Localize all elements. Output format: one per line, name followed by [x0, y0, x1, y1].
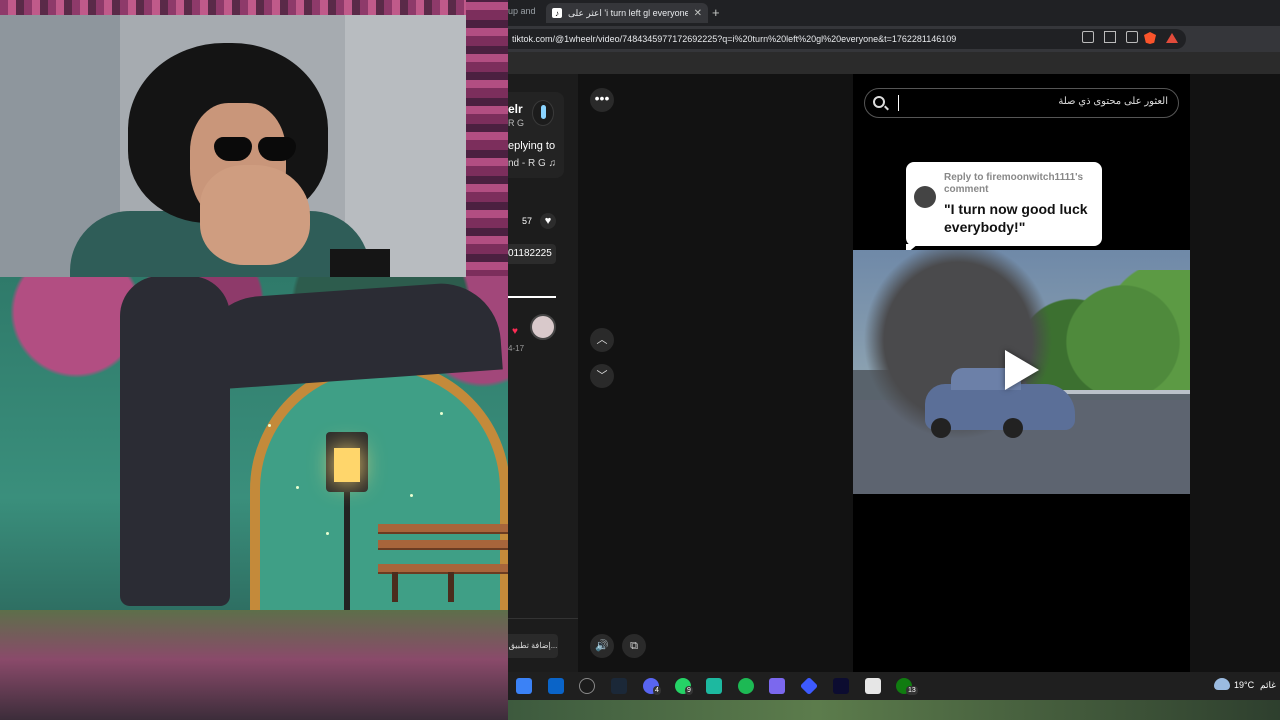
notes-icon[interactable]: [865, 678, 881, 694]
tree-trunk: [120, 276, 230, 606]
tiktok-page: elr R G eplying to nd - R G ♫ 57 ♥ 01182…: [508, 52, 1280, 672]
browser-tabstrip: up and ♪ اعثر على 'i turn left gl everyo…: [508, 0, 1280, 26]
like-count: 57: [522, 216, 533, 226]
next-video-button[interactable]: ﹀: [590, 364, 614, 388]
sunglasses: [214, 137, 300, 163]
bench-plank: [378, 540, 508, 550]
lens: [214, 137, 252, 161]
url-actions: [1082, 31, 1138, 43]
comment-heart-icon[interactable]: ♥: [512, 326, 518, 337]
address-bar: tiktok.com/@1wheelr/video/74843459771726…: [508, 26, 1280, 52]
steam-icon[interactable]: [611, 678, 627, 694]
video-player[interactable]: العثور على محتوى ذي صلة Reply to firemoo…: [853, 74, 1190, 672]
video-info-panel: elr R G eplying to nd - R G ♫ 57 ♥ 01182…: [508, 74, 578, 672]
more-options-button[interactable]: •••: [590, 88, 614, 112]
lens: [258, 137, 296, 161]
reply-quote: "I turn now good luck everybody!": [944, 201, 1088, 235]
browser-icon[interactable]: [579, 678, 595, 694]
webcam-hand: [200, 165, 310, 265]
screen: up and ♪ اعثر على 'i turn left gl everyo…: [0, 0, 1280, 720]
author-name[interactable]: elr: [508, 102, 523, 116]
game-icon[interactable]: [769, 678, 785, 694]
outlook-icon[interactable]: [548, 678, 564, 694]
comment-avatar[interactable]: [530, 314, 556, 340]
reader-icon[interactable]: [1104, 31, 1116, 43]
firefly: [326, 532, 329, 535]
page-header: [508, 52, 1280, 74]
comment-date: 4-17: [508, 344, 525, 353]
bench: [378, 524, 508, 602]
mute-icon[interactable]: [1082, 31, 1094, 43]
webcam-feed: [0, 15, 466, 277]
close-icon[interactable]: ✕: [694, 8, 702, 19]
author-avatar[interactable]: [532, 100, 554, 126]
webcam-chair: [330, 249, 390, 277]
wallpaper-strip: [508, 700, 1280, 720]
discord-badge: 4: [653, 686, 661, 695]
app-icon[interactable]: [706, 678, 722, 694]
tab-indicator: [508, 296, 556, 298]
firefly: [296, 486, 299, 489]
start-icon[interactable]: [516, 678, 532, 694]
music-label[interactable]: nd - R G ♫: [508, 158, 556, 169]
search-placeholder: العثور على محتوى ذي صلة: [1058, 96, 1168, 107]
video-code[interactable]: 01182225: [508, 244, 556, 264]
new-tab-button[interactable]: +: [712, 5, 720, 20]
firefly: [440, 412, 443, 415]
share-icon[interactable]: [1126, 31, 1138, 43]
text-caret: [898, 95, 899, 111]
volume-button[interactable]: 🔊: [590, 634, 614, 658]
terminal-icon[interactable]: [833, 678, 849, 694]
heart-icon[interactable]: ♥: [540, 213, 556, 229]
video-frame[interactable]: [853, 250, 1190, 494]
bench-leg: [448, 572, 454, 602]
car-wheel: [931, 418, 951, 438]
firefly: [268, 424, 271, 427]
reply-to-label: Reply to firemoonwitch1111's comment: [944, 172, 1084, 195]
tiktok-icon: ♪: [552, 8, 562, 18]
firefly: [410, 494, 413, 497]
add-app-button[interactable]: إضافة تطبيق...: [508, 634, 558, 658]
weather-temp[interactable]: 19°C: [1234, 680, 1254, 690]
whatsapp-badge: 9: [685, 686, 693, 695]
search-icon[interactable]: [873, 96, 885, 108]
pip-button[interactable]: ⧉: [622, 634, 646, 658]
divider: [508, 618, 578, 619]
description-text: eplying to: [508, 140, 556, 152]
spotify-icon[interactable]: [738, 678, 754, 694]
brave-rewards-icon[interactable]: [1166, 33, 1178, 43]
tab-title: اعثر على 'i turn left gl everyone': [568, 7, 688, 18]
vpn-icon[interactable]: [799, 676, 819, 696]
commenter-avatar: [914, 186, 936, 208]
taskbar: 4 9 13 19°C غائم: [508, 672, 1280, 700]
weather-label[interactable]: غائم: [1260, 680, 1276, 691]
reply-sticker: Reply to firemoonwitch1111's comment "I …: [906, 162, 1102, 254]
petal-border: [466, 0, 508, 280]
weather-icon[interactable]: [1214, 678, 1230, 690]
car-wheel: [1003, 418, 1023, 438]
lamp-light: [334, 448, 360, 482]
webcam-door: [345, 15, 466, 277]
ground: [0, 610, 508, 720]
search-input[interactable]: العثور على محتوى ذي صلة: [864, 88, 1179, 118]
stream-overlay: [0, 0, 508, 720]
play-icon[interactable]: [1005, 350, 1039, 390]
bench-leg: [392, 572, 398, 602]
xbox-badge: 13: [906, 686, 918, 695]
tab-active[interactable]: ♪ اعثر على 'i turn left gl everyone' ✕: [546, 3, 708, 23]
tab-previous[interactable]: up and: [508, 6, 544, 16]
bench-plank: [378, 524, 508, 534]
author-subtitle: R G: [508, 118, 525, 128]
previous-video-button[interactable]: ︿: [590, 328, 614, 352]
